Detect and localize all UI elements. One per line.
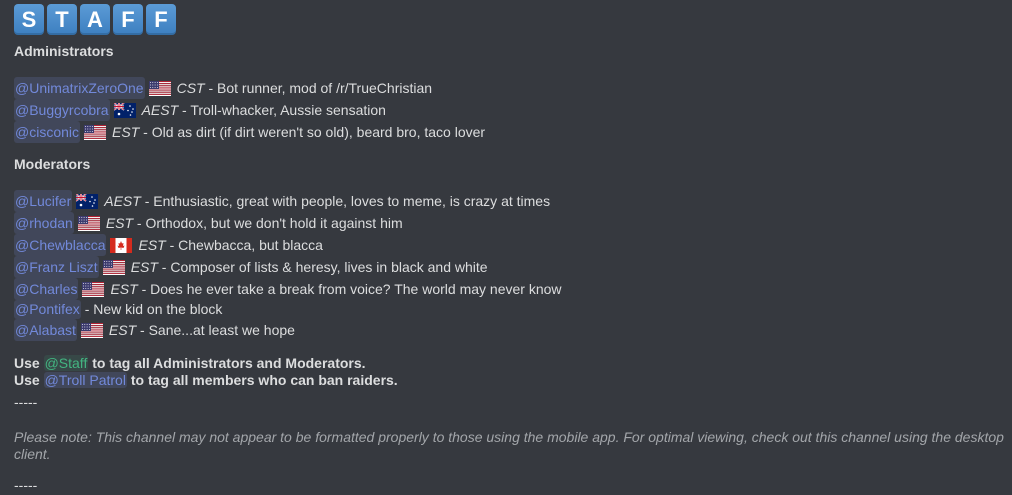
mobile-note: Please note: This channel may not appear… — [14, 429, 1004, 462]
us-flag-icon — [84, 124, 107, 140]
timezone: EST — [130, 259, 158, 275]
administrators-section: Administrators @UnimatrixZeroOne CST - Bo… — [14, 42, 1006, 143]
letter-tile-a-icon: A — [80, 4, 110, 35]
timezone: EST — [105, 215, 134, 231]
usage-text: Use — [14, 372, 44, 388]
member-row: @Pontifex - New kid on the block — [14, 300, 1006, 319]
member-row: @UnimatrixZeroOne CST - Bot runner, mod o… — [14, 77, 1006, 99]
member-row: @Franz Liszt EST - Composer of lists & he… — [14, 256, 1006, 278]
user-mention[interactable]: @Charles — [14, 278, 79, 300]
member-description: - Does he ever take a break from voice? … — [137, 281, 562, 297]
moderators-section: Moderators @Lucifer AEST - Enthusiastic, … — [14, 155, 1006, 341]
role-mention[interactable]: @Staff — [43, 355, 89, 371]
user-mention[interactable]: @Alabast — [14, 319, 77, 341]
letter-tile-s-icon: S — [14, 4, 44, 35]
member-description: - Troll-whacker, Aussie sensation — [178, 102, 386, 118]
usage-lines: Use @Staff to tag all Administrators and… — [14, 355, 1006, 389]
user-mention[interactable]: @Buggyrcobra — [14, 99, 110, 121]
user-mention[interactable]: @Pontifex — [14, 300, 81, 319]
section-heading: Moderators — [14, 156, 91, 172]
letter-tile-f-icon: F — [113, 4, 143, 35]
user-mention[interactable]: @Franz Liszt — [14, 256, 99, 278]
us-flag-icon — [82, 281, 105, 297]
member-list: @Lucifer AEST - Enthusiastic, great with … — [14, 190, 1006, 341]
user-mention[interactable]: @Lucifer — [14, 190, 73, 212]
section-heading: Administrators — [14, 43, 114, 59]
staff-message: STAFF Administrators @UnimatrixZeroOne CS… — [14, 4, 1006, 494]
member-description: - Enthusiastic, great with people, loves… — [140, 193, 551, 209]
timezone: EST — [110, 281, 138, 297]
member-description: - New kid on the block — [80, 301, 223, 317]
member-row: @rhodan EST - Orthodox, but we don't hold… — [14, 212, 1006, 234]
role-mention[interactable]: @Troll Patrol — [43, 372, 127, 388]
usage-line: Use @Troll Patrol to tag all members who… — [14, 372, 1006, 389]
member-description: - Chewbacca, but blacca — [165, 237, 323, 253]
member-description: - Old as dirt (if dirt weren't so old), … — [139, 124, 486, 140]
timezone: CST — [176, 80, 205, 96]
australia-flag-icon — [76, 193, 99, 209]
member-row: @Alabast EST - Sane...at least we hope — [14, 319, 1006, 341]
member-description: - Bot runner, mod of /r/TrueChristian — [204, 80, 433, 96]
usage-line: Use @Staff to tag all Administrators and… — [14, 355, 1006, 372]
staff-banner: STAFF — [14, 4, 1006, 36]
user-mention[interactable]: @Chewblacca — [14, 234, 107, 256]
member-row: @Lucifer AEST - Enthusiastic, great with … — [14, 190, 1006, 212]
member-row: @Charles EST - Does he ever take a break … — [14, 278, 1006, 300]
timezone: AEST — [104, 193, 141, 209]
member-description: - Composer of lists & heresy, lives in b… — [157, 259, 488, 275]
separator: ----- — [14, 477, 38, 493]
australia-flag-icon — [113, 102, 136, 118]
timezone: EST — [138, 237, 166, 253]
member-description: - Sane...at least we hope — [136, 322, 295, 338]
user-mention[interactable]: @rhodan — [14, 212, 74, 234]
letter-tile-t-icon: T — [47, 4, 77, 35]
user-mention[interactable]: @UnimatrixZeroOne — [14, 77, 145, 99]
letter-tile-f-icon: F — [146, 4, 176, 35]
us-flag-icon — [77, 215, 100, 231]
member-list: @UnimatrixZeroOne CST - Bot runner, mod o… — [14, 77, 1006, 143]
timezone: EST — [108, 322, 137, 338]
member-row: @cisconic EST - Old as dirt (if dirt were… — [14, 121, 1006, 143]
usage-text: Use — [14, 355, 44, 371]
usage-text: to tag all members who can ban raiders. — [126, 372, 398, 388]
separator: ----- — [14, 394, 38, 410]
member-description: - Orthodox, but we don't hold it against… — [133, 215, 403, 231]
canada-flag-icon — [110, 237, 133, 253]
us-flag-icon — [80, 322, 103, 338]
timezone: EST — [112, 124, 140, 140]
member-row: @Chewblacca EST - Chewbacca, but blacca — [14, 234, 1006, 256]
usage-text: to tag all Administrators and Moderators… — [88, 355, 366, 371]
timezone: AEST — [141, 102, 179, 118]
us-flag-icon — [102, 259, 125, 275]
us-flag-icon — [148, 80, 171, 96]
user-mention[interactable]: @cisconic — [14, 121, 81, 143]
member-row: @Buggyrcobra AEST - Troll-whacker, Aussie… — [14, 99, 1006, 121]
